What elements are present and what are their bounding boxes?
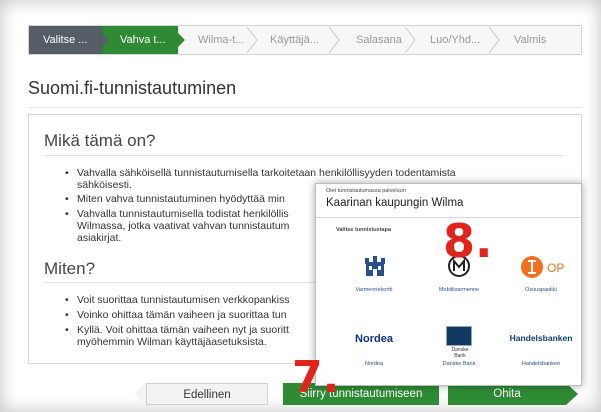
step-chevron-icon <box>328 26 340 54</box>
annotation-marker-8: 8. <box>443 214 493 268</box>
provider-handelsbanken[interactable]: Handelsbanken Handelsbanken <box>501 330 581 375</box>
step-chevron-icon <box>488 26 500 54</box>
step-3: Wilma-t... <box>178 26 258 54</box>
prev-arrow-shape <box>134 383 146 405</box>
list-item: Vahvalla tunnistautumisella todistat hen… <box>65 208 289 244</box>
step-chevron-icon <box>246 26 258 54</box>
dialog-title: Kaarinan kaupungin Wilma <box>326 197 464 209</box>
list-item: Voinko ohittaa tämän vaiheen ja suoritta… <box>65 309 287 321</box>
step-label: Vahva t... <box>120 34 166 46</box>
step-6: Luo/Yhd... <box>410 26 500 54</box>
divider <box>28 107 582 108</box>
step-label: Luo/Yhd... <box>430 34 481 46</box>
nordea-logo: Nordea <box>355 333 393 345</box>
step-7: Valmis <box>494 26 574 54</box>
step-label: Wilma-t... <box>198 34 245 46</box>
provider-danske-bank[interactable]: Danske Bank Danske Bank <box>419 326 499 375</box>
dialog-caption: Olet tunnistautumassa palveluun <box>326 188 406 194</box>
section-heading-how: Miten? <box>44 259 96 278</box>
step-chevron-icon <box>95 26 109 54</box>
step-1[interactable]: Valitse ... <box>29 26 109 54</box>
previous-button[interactable]: Edellinen <box>146 383 268 405</box>
divider <box>44 155 564 156</box>
castle-icon <box>365 256 385 276</box>
wizard-steps: Valitse ... Vahva t... Wilma-t... Käyttä… <box>28 25 582 55</box>
handelsbanken-logo: Handelsbanken <box>509 333 573 343</box>
step-chevron-icon <box>404 26 416 54</box>
provider-caption: Handelsbanken <box>521 361 561 367</box>
provider-caption: Mobiilivarmenne <box>438 287 480 293</box>
dialog-subheading: Valitse tunnistustapa <box>336 227 392 233</box>
page-title: Suomi.fi-tunnistautuminen <box>28 78 237 98</box>
provider-caption: Osuuspankki <box>525 287 557 293</box>
danske-logo-icon: Danske Bank <box>446 326 472 359</box>
list-item: Miten vahva tunnistautuminen hyödyttää m… <box>65 193 285 205</box>
op-logo-icon: OP <box>521 256 564 278</box>
provider-caption: Varmennekortti <box>355 287 393 293</box>
step-label: Valmis <box>514 34 547 46</box>
provider-nordea[interactable]: Nordea Nordea <box>334 330 414 375</box>
section-heading-what: Mikä tämä on? <box>44 131 156 150</box>
provider-varmennekortti[interactable]: Varmennekortti <box>334 254 414 304</box>
provider-caption: Nordea <box>364 361 384 367</box>
step-2[interactable]: Vahva t... <box>102 26 185 54</box>
step-4: Käyttäjä... <box>252 26 340 54</box>
step-label: Salasana <box>356 34 402 46</box>
provider-osuuspankki[interactable]: OP Osuuspankki <box>501 254 581 304</box>
skip-arrow-shape <box>566 383 578 405</box>
step-label: Valitse ... <box>43 34 88 46</box>
provider-caption: Danske Bank <box>442 361 476 367</box>
skip-button[interactable]: Ohita <box>448 383 566 405</box>
svg-text:OP: OP <box>547 261 564 275</box>
list-item: Kyllä. Voit ohittaa tämän vaiheen nyt ja… <box>65 324 289 348</box>
step-chevron-icon <box>171 26 185 54</box>
annotation-marker-7: 7. <box>292 352 340 403</box>
step-label: Käyttäjä... <box>270 34 319 46</box>
step-5: Salasana <box>334 26 416 54</box>
list-item: Voit suorittaa tunnistautumisen verkkopa… <box>65 294 289 306</box>
